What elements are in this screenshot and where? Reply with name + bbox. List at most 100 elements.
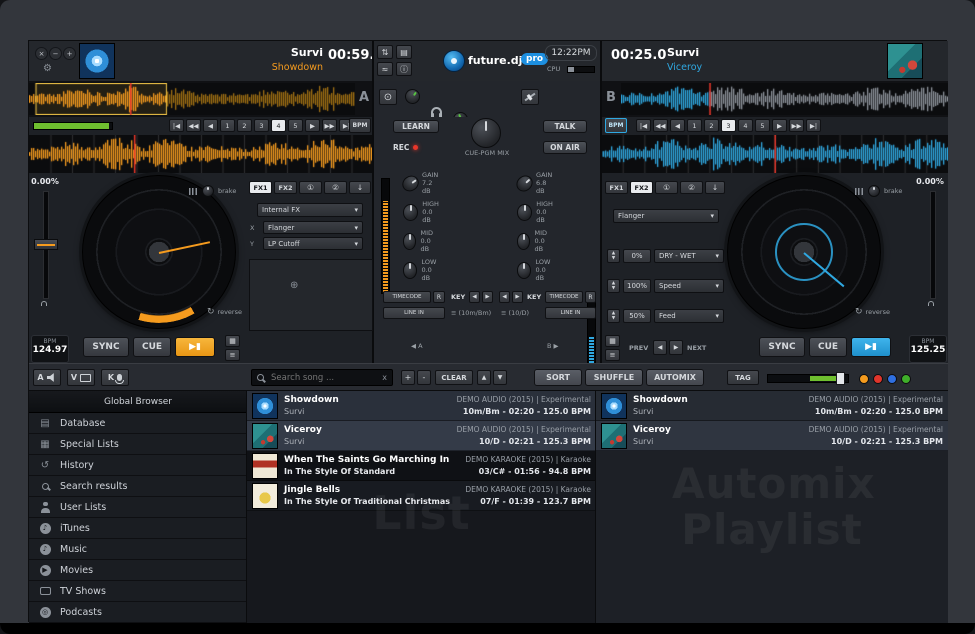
vinyl-mode-icon[interactable]: ⊙ bbox=[379, 89, 397, 105]
preview-volume-slider[interactable] bbox=[767, 374, 849, 383]
deck-a-sync-button[interactable]: SYNC bbox=[83, 337, 129, 357]
shuffle-button[interactable]: SHUFFLE bbox=[585, 369, 643, 386]
deck-b-cue-button[interactable]: CUE bbox=[809, 337, 847, 357]
cue-pgm-mix-knob[interactable] bbox=[471, 118, 501, 148]
slider-handle[interactable] bbox=[836, 372, 845, 385]
deck-a-zoom-waveform[interactable] bbox=[29, 135, 373, 173]
hotcue-5[interactable]: 5 bbox=[755, 119, 770, 132]
step-back-icon[interactable]: ◀ bbox=[203, 119, 218, 132]
deck-b-sync-button[interactable]: SYNC bbox=[759, 337, 805, 357]
key-up-icon[interactable]: ▶ bbox=[512, 291, 523, 303]
list-view-icon[interactable]: ≡ bbox=[605, 349, 620, 361]
deck-b-reverse[interactable]: ↻ reverse bbox=[855, 307, 890, 317]
param-value[interactable]: 100% bbox=[623, 279, 651, 293]
master-a-toggle[interactable]: A bbox=[33, 369, 61, 386]
rewind-icon[interactable]: ◀◀ bbox=[653, 119, 668, 132]
fx-y-select[interactable]: LP Cutoff▾ bbox=[263, 237, 363, 250]
hotcue-1[interactable]: 1 bbox=[220, 119, 235, 132]
hotcue-4[interactable]: 4 bbox=[271, 119, 286, 132]
tag-dot-red[interactable] bbox=[873, 374, 883, 384]
high-knob[interactable] bbox=[403, 204, 418, 221]
layers-icon[interactable]: ▤ bbox=[396, 45, 412, 59]
param-select[interactable]: Speed▾ bbox=[654, 279, 724, 293]
zoom-in-button[interactable]: + bbox=[401, 370, 415, 385]
grid-view-icon[interactable]: ▦ bbox=[605, 335, 620, 347]
key-down-icon[interactable]: ◀ bbox=[499, 291, 510, 303]
hotcue-3[interactable]: 3 bbox=[254, 119, 269, 132]
tag-dot-green[interactable] bbox=[901, 374, 911, 384]
karaoke-toggle[interactable]: K bbox=[101, 369, 129, 386]
param-value[interactable]: 50% bbox=[623, 309, 651, 323]
sort-button[interactable]: SORT bbox=[534, 369, 582, 386]
rewind-icon[interactable]: ◀◀ bbox=[186, 119, 201, 132]
learn-button[interactable]: LEARN bbox=[393, 120, 439, 133]
fx-assign-2-icon[interactable]: ② bbox=[324, 181, 347, 194]
rec-label[interactable]: REC bbox=[393, 143, 409, 152]
automix-row[interactable]: ViceroySurvi DEMO AUDIO (2015) | Experim… bbox=[596, 421, 948, 451]
deck-a-pitch-handle[interactable] bbox=[34, 239, 58, 250]
low-knob[interactable] bbox=[403, 262, 417, 279]
deck-a-brake-knob[interactable] bbox=[202, 185, 214, 197]
waves-icon[interactable]: ≈ bbox=[377, 62, 393, 76]
fx2-button[interactable]: FX2 bbox=[630, 181, 653, 194]
prev-track-icon[interactable]: ◀ bbox=[653, 340, 667, 355]
grid-view-icon[interactable]: ▦ bbox=[225, 335, 240, 347]
timecode-button[interactable]: TIMECODE bbox=[383, 291, 431, 303]
sidebar-item-search-results[interactable]: Search results bbox=[29, 476, 247, 497]
deck-a-reverse[interactable]: ↻ reverse bbox=[207, 307, 242, 317]
deck-b-pitch-track[interactable] bbox=[930, 191, 936, 299]
key-up-icon[interactable]: ▶ bbox=[482, 291, 493, 303]
fx-x-select[interactable]: Flanger▾ bbox=[263, 221, 363, 234]
fx-engine-select[interactable]: Internal FX▾ bbox=[257, 203, 363, 217]
hotcue-4[interactable]: 4 bbox=[738, 119, 753, 132]
gain-knob[interactable] bbox=[399, 172, 422, 194]
move-up-icon[interactable]: ▲ bbox=[477, 370, 491, 385]
sidebar-item-history[interactable]: ↺History bbox=[29, 455, 247, 476]
deck-b-zoom-waveform[interactable] bbox=[601, 135, 948, 173]
fx-assign-1-icon[interactable]: ① bbox=[655, 181, 678, 194]
list-view-icon[interactable]: ≡ bbox=[225, 349, 240, 361]
param-stepper[interactable]: ▲▼ bbox=[607, 309, 620, 323]
sidebar-item-database[interactable]: ▤Database bbox=[29, 413, 247, 434]
skip-end-icon[interactable]: ▶| bbox=[806, 119, 821, 132]
sidebar-item-user-lists[interactable]: User Lists bbox=[29, 497, 247, 518]
high-knob[interactable] bbox=[517, 204, 532, 221]
sidebar-item-tv-shows[interactable]: TV Shows bbox=[29, 581, 247, 602]
line-in-button[interactable]: LINE IN bbox=[383, 307, 445, 319]
on-air-button[interactable]: ON AIR bbox=[543, 141, 587, 154]
hotcue-1[interactable]: 1 bbox=[687, 119, 702, 132]
search-input[interactable] bbox=[269, 372, 377, 384]
skip-start-icon[interactable]: |◀ bbox=[169, 119, 184, 132]
midi-icon[interactable]: ⇅ bbox=[377, 45, 393, 59]
hotcue-2[interactable]: 2 bbox=[237, 119, 252, 132]
timecode-r-button[interactable]: R bbox=[585, 291, 596, 303]
timecode-button[interactable]: TIMECODE bbox=[545, 291, 583, 303]
hotcue-5[interactable]: 5 bbox=[288, 119, 303, 132]
param-stepper[interactable]: ▲▼ bbox=[607, 279, 620, 293]
settings-gear-icon[interactable]: ⚙ bbox=[43, 63, 52, 74]
deck-b-bpm-tap-button[interactable]: BPM bbox=[605, 118, 627, 133]
cue-mix-knob-left[interactable] bbox=[402, 86, 423, 107]
fx-download-icon[interactable]: ↓ bbox=[705, 181, 725, 194]
skip-start-icon[interactable]: |◀ bbox=[636, 119, 651, 132]
hotcue-2[interactable]: 2 bbox=[704, 119, 719, 132]
next-track-icon[interactable]: ▶ bbox=[669, 340, 683, 355]
crossfader-mode-icon[interactable] bbox=[521, 89, 539, 105]
fx-assign-1-icon[interactable]: ① bbox=[299, 181, 322, 194]
deck-a-jog-wheel[interactable] bbox=[82, 175, 236, 329]
close-button-icon[interactable]: × bbox=[35, 47, 48, 60]
deck-a-overview-waveform[interactable] bbox=[29, 83, 355, 115]
low-knob[interactable] bbox=[517, 262, 531, 279]
fx1-button[interactable]: FX1 bbox=[249, 181, 272, 194]
mid-knob[interactable] bbox=[403, 233, 416, 250]
search-clear-icon[interactable]: x bbox=[382, 373, 387, 382]
param-select[interactable]: Feed▾ bbox=[654, 309, 724, 323]
track-row[interactable]: When The Saints Go Marching InIn The Sty… bbox=[247, 451, 596, 481]
clear-button[interactable]: CLEAR bbox=[435, 370, 473, 385]
hotcue-3[interactable]: 3 bbox=[721, 119, 736, 132]
expand-button-icon[interactable]: + bbox=[63, 47, 76, 60]
minimize-button-icon[interactable]: − bbox=[49, 47, 62, 60]
sidebar-item-itunes[interactable]: ♪iTunes bbox=[29, 518, 247, 539]
fx-assign-2-icon[interactable]: ② bbox=[680, 181, 703, 194]
zoom-out-button[interactable]: - bbox=[417, 370, 431, 385]
